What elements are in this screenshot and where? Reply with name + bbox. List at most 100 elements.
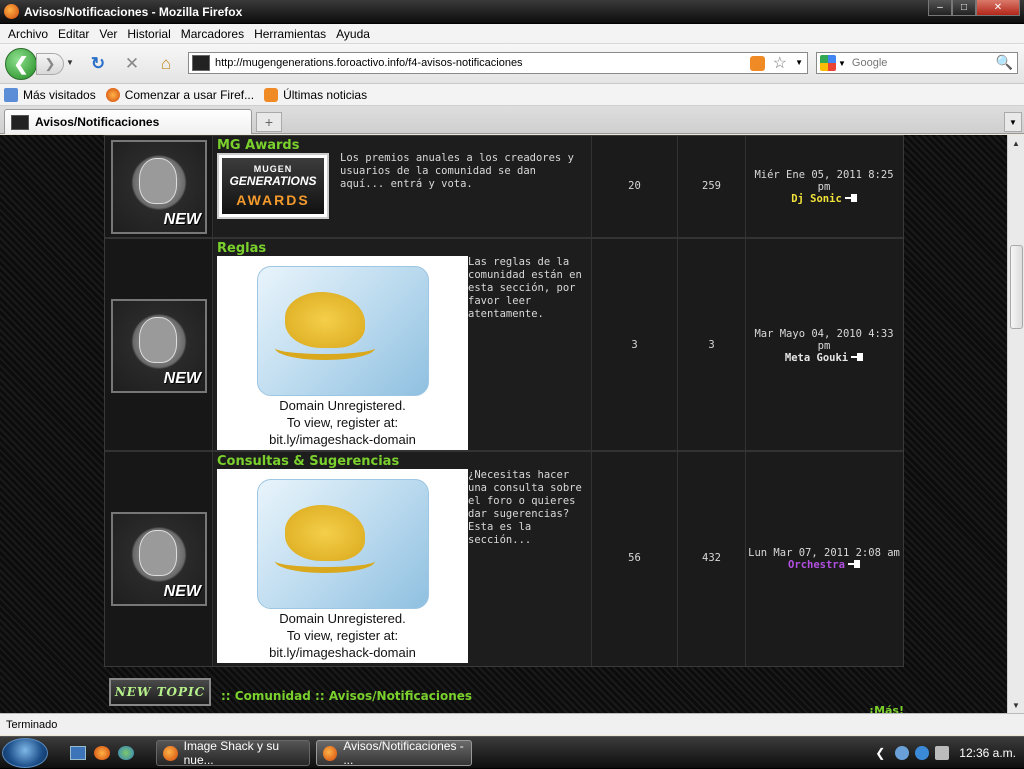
goto-last-post-icon[interactable] xyxy=(847,560,860,568)
taskbar-item-imageshack[interactable]: Image Shack y su nue... xyxy=(156,739,310,767)
network-icon[interactable] xyxy=(895,746,910,760)
firefox-icon xyxy=(163,745,178,761)
tab-list-icon[interactable]: ▼ xyxy=(1004,112,1022,132)
close-button[interactable]: ✕ xyxy=(976,0,1020,16)
new-topic-button[interactable]: NEW TOPIC xyxy=(109,678,211,706)
menu-ayuda[interactable]: Ayuda xyxy=(336,27,370,41)
status-bar: Terminado xyxy=(0,713,1024,735)
mg-awards-banner: MUGEN GENERATIONS AWARDS xyxy=(217,153,329,219)
search-input[interactable] xyxy=(851,57,1002,69)
forum-row: NEW Reglas Domain Unregistered. To view,… xyxy=(105,239,903,452)
url-input[interactable] xyxy=(215,57,735,69)
reload-icon[interactable]: ↻ xyxy=(89,54,107,73)
forum-description: Las reglas de la comunidad están en esta… xyxy=(468,256,582,320)
firefox-icon xyxy=(105,87,120,102)
new-posts-icon: NEW xyxy=(111,299,207,393)
vertical-scrollbar[interactable]: ▲ ▼ xyxy=(1007,135,1024,713)
forum-row: NEW MG Awards MUGEN GENERATIONS AWARDS L… xyxy=(105,136,903,239)
rss-icon[interactable] xyxy=(750,56,765,71)
clock[interactable]: 12:36 a.m. xyxy=(959,746,1016,760)
firefox-icon xyxy=(4,4,19,19)
forum-title[interactable]: Consultas & Sugerencias xyxy=(217,454,399,469)
show-desktop-icon[interactable] xyxy=(70,746,86,760)
folder-icon xyxy=(4,87,18,102)
bookmark-latest-news[interactable]: Últimas noticias xyxy=(264,87,367,102)
forum-footer: NEW TOPIC :: Comunidad :: Avisos/Notific… xyxy=(104,671,904,713)
page-content: NEW MG Awards MUGEN GENERATIONS AWARDS L… xyxy=(0,135,1007,713)
posts-count: 259 xyxy=(702,180,721,192)
new-posts-icon: NEW xyxy=(111,140,207,234)
maximize-button[interactable]: □ xyxy=(952,0,976,16)
menu-bar: Archivo Editar Ver Historial Marcadores … xyxy=(0,24,1024,44)
search-bar[interactable]: ▼ 🔍 xyxy=(816,52,1018,74)
last-post: Miér Ene 05, 2011 8:25 pm Dj Sonic xyxy=(745,169,903,205)
breadcrumb: :: Comunidad :: Avisos/Notificaciones xyxy=(221,689,473,703)
menu-editar[interactable]: Editar xyxy=(58,27,89,41)
forum-title[interactable]: Reglas xyxy=(217,241,266,256)
update-icon[interactable] xyxy=(915,746,930,760)
title-bar: Avisos/Notificaciones - Mozilla Firefox … xyxy=(0,0,1024,24)
posts-count: 432 xyxy=(702,552,721,564)
back-button[interactable]: ❮ xyxy=(5,48,37,80)
new-posts-icon: NEW xyxy=(111,512,207,606)
tab-avisos[interactable]: Avisos/Notificaciones xyxy=(4,109,252,134)
menu-herramientas[interactable]: Herramientas xyxy=(254,27,326,41)
address-bar[interactable]: ☆ ▼ xyxy=(188,52,808,74)
forum-description: Los premios anuales a los creadores y us… xyxy=(340,152,574,190)
goto-last-post-icon[interactable] xyxy=(851,353,864,361)
menu-ver[interactable]: Ver xyxy=(99,27,117,41)
volume-icon[interactable] xyxy=(935,746,950,760)
messenger-icon[interactable] xyxy=(118,746,134,760)
breadcrumb-comunidad[interactable]: Comunidad xyxy=(235,689,311,703)
scroll-thumb[interactable] xyxy=(1010,245,1023,329)
bookmark-most-visited[interactable]: Más visitados xyxy=(4,87,96,102)
engine-dropdown-icon[interactable]: ▼ xyxy=(838,59,846,68)
home-icon[interactable]: ⌂ xyxy=(157,54,175,73)
minimize-button[interactable]: – xyxy=(928,0,952,16)
system-tray: ❮ 12:36 a.m. xyxy=(875,737,1024,769)
start-button[interactable] xyxy=(2,738,48,768)
goto-last-post-icon[interactable] xyxy=(844,194,857,202)
last-post-author[interactable]: Meta Gouki xyxy=(785,352,848,364)
scroll-up-icon[interactable]: ▲ xyxy=(1008,135,1024,151)
stop-icon[interactable]: ✕ xyxy=(123,54,141,73)
url-dropdown-icon[interactable]: ▼ xyxy=(795,58,803,67)
topics-count: 3 xyxy=(631,339,638,351)
menu-archivo[interactable]: Archivo xyxy=(8,27,48,41)
topics-count: 56 xyxy=(628,552,641,564)
rss-icon xyxy=(264,87,279,102)
tab-bar: Avisos/Notificaciones + ▼ xyxy=(0,106,1024,134)
breadcrumb-avisos[interactable]: Avisos/Notificaciones xyxy=(329,689,472,703)
last-post-author[interactable]: Orchestra xyxy=(788,559,845,571)
menu-marcadores[interactable]: Marcadores xyxy=(181,27,244,41)
firefox-window: Avisos/Notificaciones - Mozilla Firefox … xyxy=(0,0,1024,768)
search-icon[interactable]: 🔍 xyxy=(996,54,1013,71)
menu-historial[interactable]: Historial xyxy=(127,27,170,41)
google-icon[interactable] xyxy=(820,55,836,71)
history-dropdown-icon[interactable]: ▼ xyxy=(66,58,74,67)
last-post-date: Lun Mar 07, 2011 2:08 am xyxy=(748,547,900,559)
site-favicon xyxy=(11,114,29,130)
bookmark-star-icon[interactable]: ☆ xyxy=(773,53,787,73)
tray-expand-icon[interactable]: ❮ xyxy=(875,746,885,760)
bookmark-getting-started[interactable]: Comenzar a usar Firef... xyxy=(105,87,254,102)
site-favicon xyxy=(192,55,210,71)
more-link[interactable]: ¡Más! xyxy=(869,704,904,713)
last-post-author[interactable]: Dj Sonic xyxy=(791,193,842,205)
new-tab-button[interactable]: + xyxy=(256,112,282,132)
forward-button[interactable]: ❯ xyxy=(36,53,64,75)
taskbar: Image Shack y su nue... Avisos/Notificac… xyxy=(0,736,1024,768)
taskbar-item-avisos[interactable]: Avisos/Notificaciones - ... xyxy=(316,739,472,767)
last-post-date: Mar Mayo 04, 2010 4:33 pm xyxy=(754,328,894,352)
last-post-date: Miér Ene 05, 2011 8:25 pm xyxy=(754,169,894,193)
forum-title[interactable]: MG Awards xyxy=(217,138,299,153)
topics-count: 20 xyxy=(628,180,641,192)
scroll-down-icon[interactable]: ▼ xyxy=(1008,697,1024,713)
forum-row: NEW Consultas & Sugerencias Domain Unreg… xyxy=(105,452,903,666)
firefox-quicklaunch-icon[interactable] xyxy=(94,746,110,760)
bookmarks-toolbar: Más visitados Comenzar a usar Firef... Ú… xyxy=(0,84,1024,106)
forum-description: ¿Necesitas hacer una consulta sobre el f… xyxy=(468,469,582,546)
firefox-icon xyxy=(323,745,338,761)
imageshack-placeholder: Domain Unregistered. To view, register a… xyxy=(217,256,468,450)
status-text: Terminado xyxy=(6,718,58,731)
